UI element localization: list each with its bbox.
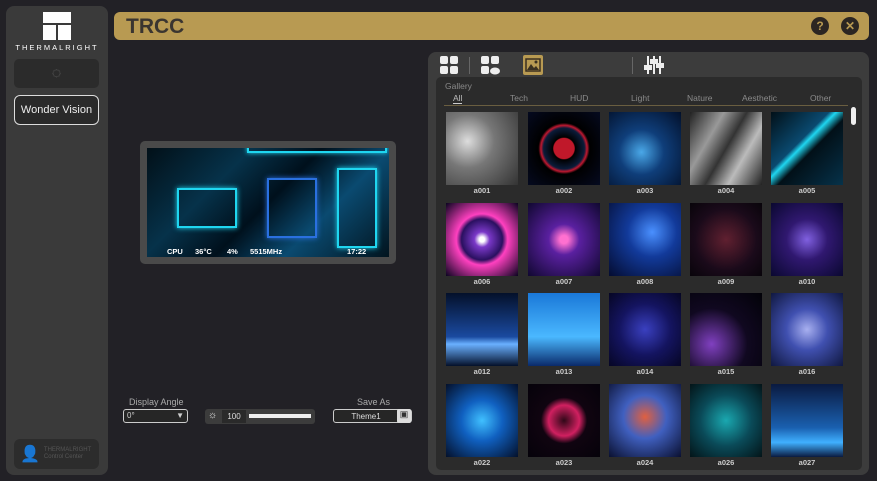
chevron-down-icon: ▼ xyxy=(176,411,184,420)
brand-wordmark: THERMALRIGHT xyxy=(15,43,99,52)
display-angle-label: Display Angle xyxy=(129,397,184,407)
gallery-item-label: a026 xyxy=(717,458,735,467)
cpu-usage: 4% xyxy=(227,247,238,256)
save-as-label: Save As xyxy=(357,397,391,407)
brightness-slider[interactable] xyxy=(249,414,311,418)
sliders-icon[interactable] xyxy=(644,55,664,75)
divider xyxy=(469,57,470,74)
gallery-item-label: a010 xyxy=(798,277,816,286)
close-button[interactable]: ✕ xyxy=(841,17,859,35)
tab-category-light[interactable]: Light xyxy=(631,93,649,103)
gallery-image-icon[interactable] xyxy=(523,55,543,75)
divider xyxy=(632,57,633,74)
header-bar: TRCC ? ✕ xyxy=(114,12,869,40)
cpu-temp: 36°C xyxy=(195,247,212,256)
gallery-thumbnail[interactable] xyxy=(446,293,518,366)
save-icon[interactable]: ▣ xyxy=(397,409,411,423)
gallery-thumbnail[interactable] xyxy=(609,203,681,276)
close-icon: ✕ xyxy=(844,19,856,33)
display-angle-select[interactable]: 0° ▼ xyxy=(123,409,188,423)
gallery-thumbnail[interactable] xyxy=(690,203,762,276)
gallery-label: Gallery xyxy=(445,81,472,91)
save-as-input[interactable]: Theme1 xyxy=(334,412,398,421)
gallery-item-label: a009 xyxy=(717,277,735,286)
sidebar: THERMALRIGHT ◌ Wonder Vision 👤 THERMALRI… xyxy=(6,6,108,475)
tab-category-all[interactable]: All xyxy=(453,93,463,104)
gallery-thumbnail[interactable] xyxy=(446,384,518,457)
gallery-item-label: a001 xyxy=(473,186,491,195)
gallery-item-label: a022 xyxy=(473,458,491,467)
gallery-thumbnail[interactable] xyxy=(609,384,681,457)
gallery-thumbnail[interactable] xyxy=(771,384,843,457)
tab-category-aesthetic[interactable]: Aesthetic xyxy=(742,93,777,103)
gallery-item-label: a003 xyxy=(636,186,654,195)
gallery-thumbnail[interactable] xyxy=(609,293,681,366)
help-button[interactable]: ? xyxy=(811,17,829,35)
clock-time: 17:22 xyxy=(347,247,367,256)
gallery-item-label: a006 xyxy=(473,277,491,286)
gallery-item-label: a024 xyxy=(636,458,654,467)
footer-line1: THERMALRIGHT xyxy=(43,447,92,453)
gallery-thumbnail[interactable] xyxy=(528,112,600,185)
cpu-label: CPU xyxy=(167,247,183,256)
save-as-field[interactable]: Theme1 ▣ xyxy=(333,409,412,423)
gallery-item-label: a004 xyxy=(717,186,735,195)
control-center-button[interactable]: 👤 THERMALRIGHT Control Center xyxy=(14,439,99,469)
category-underline xyxy=(444,105,848,106)
display-angle-value: 0° xyxy=(127,411,135,420)
gallery-item-label: a016 xyxy=(798,367,816,376)
brightness-slider-fill xyxy=(249,414,311,418)
gallery-thumbnail[interactable] xyxy=(446,112,518,185)
gallery-thumbnail[interactable] xyxy=(528,293,600,366)
gallery-item-label: a027 xyxy=(798,458,816,467)
gallery-thumbnail[interactable] xyxy=(528,203,600,276)
thermalright-logo: THERMALRIGHT xyxy=(6,12,108,52)
gallery-thumbnail[interactable] xyxy=(771,112,843,185)
tab-category-hud[interactable]: HUD xyxy=(570,93,588,103)
preview-screen: CPU 36°C 4% 5515MHz 17:22 xyxy=(147,148,389,257)
gauge-icon: ◌ xyxy=(51,64,62,82)
gallery-item-label: a015 xyxy=(717,367,735,376)
gallery-item-label: a008 xyxy=(636,277,654,286)
gallery-thumbnail[interactable] xyxy=(690,112,762,185)
lcd-preview: CPU 36°C 4% 5515MHz 17:22 xyxy=(140,141,396,264)
tab-category-tech[interactable]: Tech xyxy=(510,93,528,103)
brightness-icon: ☼ xyxy=(208,410,218,421)
theme-panel: Gallery All Tech HUD Light Nature Aesthetic Ot… xyxy=(428,52,869,475)
app-title: TRCC xyxy=(126,15,185,38)
sidebar-item-wonder-vision[interactable]: Wonder Vision xyxy=(14,95,99,125)
gallery-thumbnail[interactable] xyxy=(609,112,681,185)
gallery-item-label: a012 xyxy=(473,367,491,376)
gallery-item-label: a014 xyxy=(636,367,654,376)
gallery-item-label: a007 xyxy=(555,277,573,286)
gallery-thumbnail[interactable] xyxy=(690,384,762,457)
gallery-thumbnail[interactable] xyxy=(446,203,518,276)
help-icon: ? xyxy=(816,19,824,33)
gallery-thumbnail[interactable] xyxy=(528,384,600,457)
grid-icon[interactable] xyxy=(439,55,459,75)
tab-category-other[interactable]: Other xyxy=(810,93,831,103)
gallery-item-label: a023 xyxy=(555,458,573,467)
gallery-thumbnail[interactable] xyxy=(771,203,843,276)
gallery: Gallery All Tech HUD Light Nature Aesthetic Ot… xyxy=(436,77,862,470)
gallery-thumbnail[interactable] xyxy=(690,293,762,366)
logo-mark-icon xyxy=(43,12,71,40)
user-icon: 👤 xyxy=(20,445,40,463)
gallery-thumbnail[interactable] xyxy=(771,293,843,366)
brightness-control: ☼ 100 xyxy=(205,409,315,424)
gallery-scrollbar[interactable] xyxy=(851,107,856,125)
sidebar-item-gauge[interactable]: ◌ xyxy=(14,59,99,88)
tab-category-nature[interactable]: Nature xyxy=(687,93,713,103)
gallery-item-label: a013 xyxy=(555,367,573,376)
gallery-item-label: a002 xyxy=(555,186,573,195)
cpu-freq: 5515MHz xyxy=(250,247,283,256)
cloud-grid-icon[interactable] xyxy=(480,55,500,75)
gallery-item-label: a005 xyxy=(798,186,816,195)
sidebar-item-label: Wonder Vision xyxy=(20,104,93,116)
footer-line2: Control Center xyxy=(43,454,83,460)
brightness-value[interactable]: 100 xyxy=(222,410,246,423)
